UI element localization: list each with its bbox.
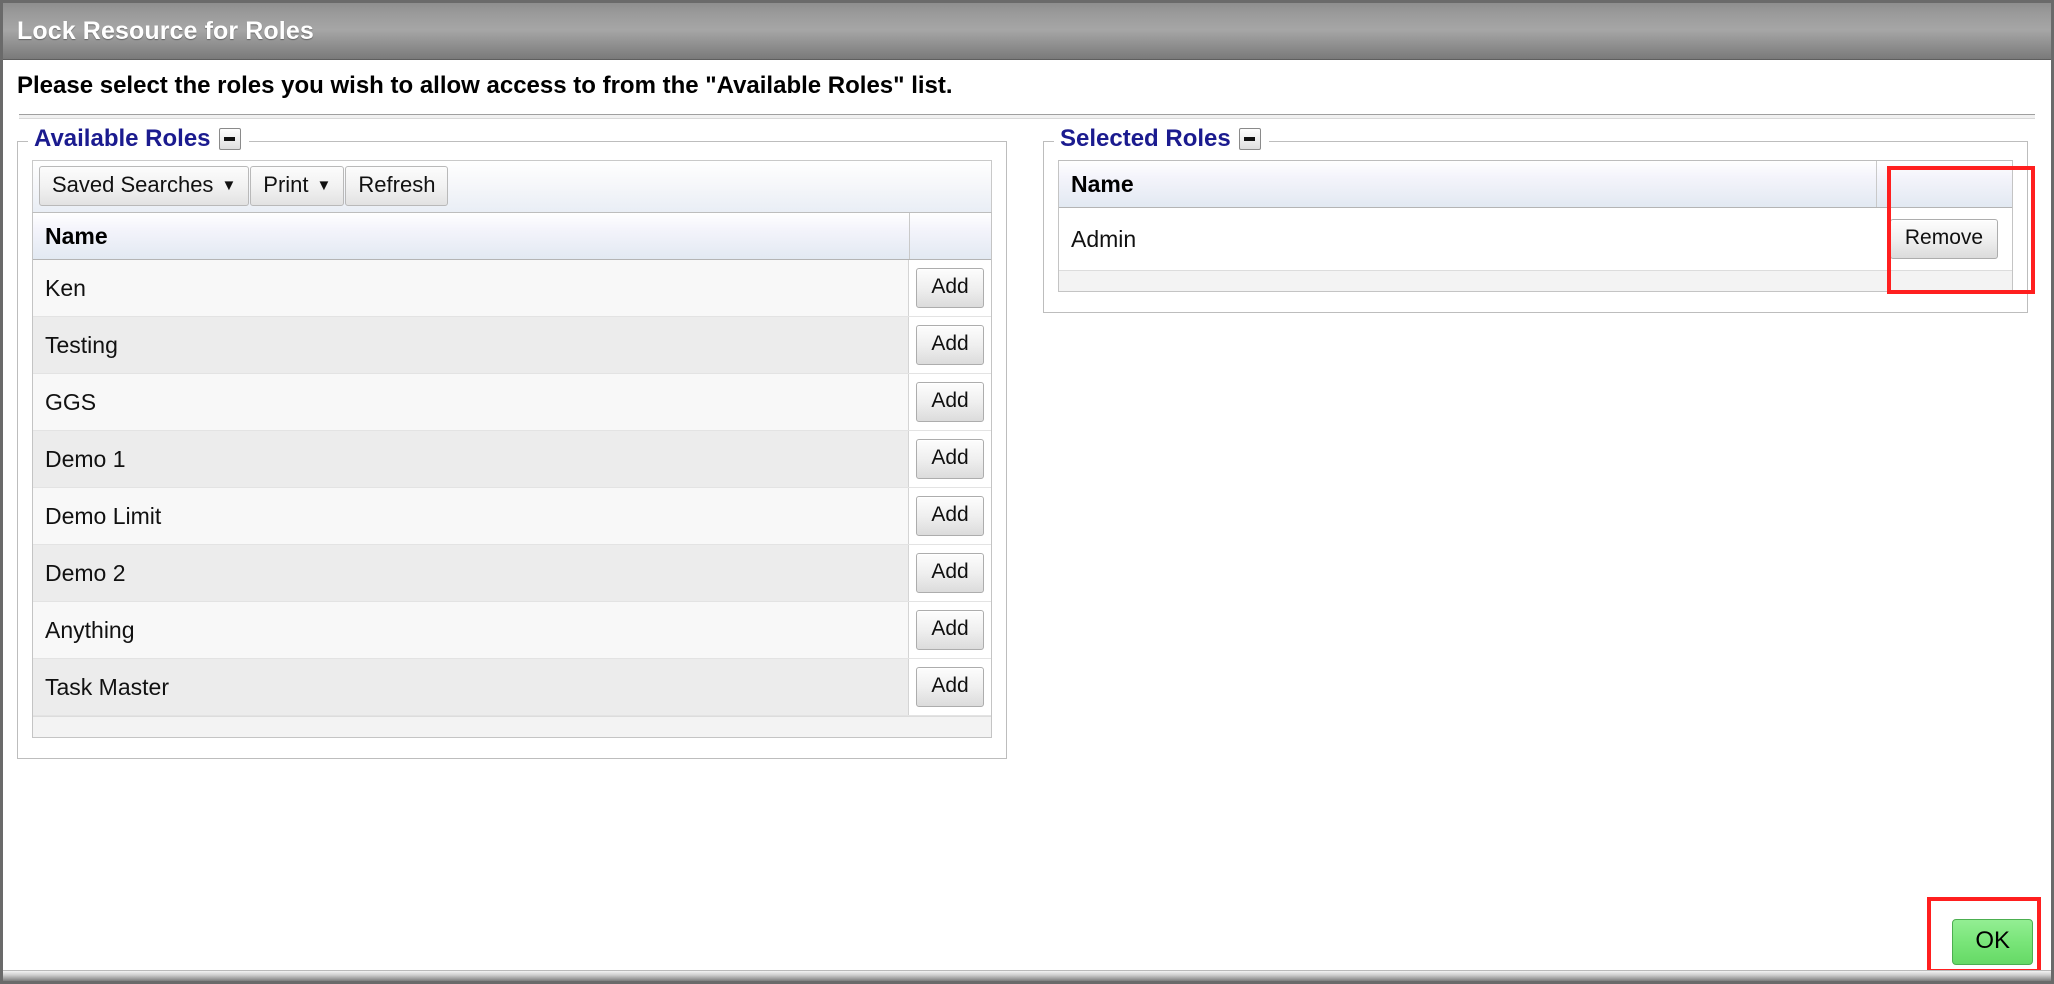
selected-roles-grid-footer — [1059, 270, 2012, 291]
selected-roles-grid: Name Admin Remove — [1058, 160, 2013, 292]
role-name-cell: Demo Limit — [45, 502, 162, 529]
dialog-window: Lock Resource for Roles Please select th… — [0, 0, 2054, 984]
role-name-cell: Demo 2 — [45, 559, 126, 586]
available-roles-panel: Available Roles Saved Searches ▼ Print ▼… — [17, 125, 1007, 759]
column-header-action — [1876, 161, 2012, 207]
chevron-down-icon: ▼ — [221, 176, 237, 194]
window-title: Lock Resource for Roles — [17, 16, 314, 45]
table-row[interactable]: GGS Add — [33, 374, 991, 431]
available-roles-toolbar: Saved Searches ▼ Print ▼ Refresh — [32, 160, 992, 212]
selected-roles-rows: Admin Remove — [1059, 208, 2012, 270]
window-bottom-edge — [3, 970, 2051, 981]
available-roles-grid-footer — [33, 716, 991, 737]
table-row[interactable]: Task Master Add — [33, 659, 991, 716]
role-name-cell: Ken — [45, 274, 86, 301]
column-header-name[interactable]: Name — [33, 223, 909, 250]
print-label: Print — [263, 172, 309, 197]
column-header-action — [909, 213, 991, 259]
role-action-cell: Add — [908, 488, 991, 544]
add-role-button[interactable]: Add — [916, 268, 984, 308]
available-roles-header-row: Name — [33, 213, 991, 260]
role-name-cell: Demo 1 — [45, 445, 126, 472]
minus-icon[interactable] — [218, 128, 241, 150]
selected-roles-title: Selected Roles — [1060, 125, 1231, 152]
role-action-cell: Remove — [1876, 208, 2012, 270]
table-row[interactable]: Testing Add — [33, 317, 991, 374]
chevron-down-icon: ▼ — [316, 176, 332, 194]
add-role-button[interactable]: Add — [916, 553, 984, 593]
add-role-button[interactable]: Add — [916, 667, 984, 707]
role-name-cell: Admin — [1071, 225, 1137, 252]
table-row[interactable]: Demo Limit Add — [33, 488, 991, 545]
ok-button-zone: OK — [1927, 897, 2041, 973]
role-name-cell: GGS — [45, 388, 97, 415]
add-role-button[interactable]: Add — [916, 439, 984, 479]
add-role-button[interactable]: Add — [916, 325, 984, 365]
role-action-cell: Add — [908, 431, 991, 487]
available-roles-rows: Ken Add Testing Add GGS Add Demo 1 Add Demo Limi… — [33, 260, 991, 716]
table-row[interactable]: Demo 2 Add — [33, 545, 991, 602]
table-row[interactable]: Demo 1 Add — [33, 431, 991, 488]
table-row[interactable]: Ken Add — [33, 260, 991, 317]
minus-icon[interactable] — [1238, 128, 1261, 150]
add-role-button[interactable]: Add — [916, 382, 984, 422]
role-action-cell: Add — [908, 374, 991, 430]
panels-container: Available Roles Saved Searches ▼ Print ▼… — [3, 119, 2051, 759]
available-roles-grid: Name Ken Add Testing Add GGS Add Demo 1 Add Demo… — [32, 212, 992, 738]
role-name-cell: Task Master — [45, 673, 169, 700]
ok-button[interactable]: OK — [1952, 919, 2033, 965]
refresh-label: Refresh — [358, 172, 436, 197]
role-action-cell: Add — [908, 545, 991, 601]
print-button[interactable]: Print ▼ — [250, 166, 345, 206]
window-titlebar: Lock Resource for Roles — [3, 3, 2051, 60]
selected-roles-header-row: Name — [1059, 161, 2012, 208]
role-action-cell: Add — [908, 659, 991, 715]
instruction-section: Please select the roles you wish to allo… — [3, 60, 2051, 119]
instruction-text: Please select the roles you wish to allo… — [17, 72, 953, 99]
table-row[interactable]: Admin Remove — [1059, 208, 2012, 270]
role-name-cell: Anything — [45, 616, 135, 643]
selected-roles-panel: Selected Roles Name Admin Remove — [1043, 125, 2035, 313]
role-action-cell: Add — [908, 317, 991, 373]
column-header-name[interactable]: Name — [1059, 171, 1876, 198]
saved-searches-label: Saved Searches — [52, 172, 214, 197]
table-row[interactable]: Anything Add — [33, 602, 991, 659]
refresh-button[interactable]: Refresh — [345, 166, 449, 206]
role-action-cell: Add — [908, 602, 991, 658]
saved-searches-button[interactable]: Saved Searches ▼ — [39, 166, 250, 206]
selected-roles-legend: Selected Roles — [1054, 125, 1269, 153]
add-role-button[interactable]: Add — [916, 610, 984, 650]
available-roles-title: Available Roles — [34, 125, 211, 152]
remove-role-button[interactable]: Remove — [1889, 219, 1999, 259]
add-role-button[interactable]: Add — [916, 496, 984, 536]
role-name-cell: Testing — [45, 331, 118, 358]
available-roles-legend: Available Roles — [28, 125, 249, 153]
role-action-cell: Add — [908, 260, 991, 316]
